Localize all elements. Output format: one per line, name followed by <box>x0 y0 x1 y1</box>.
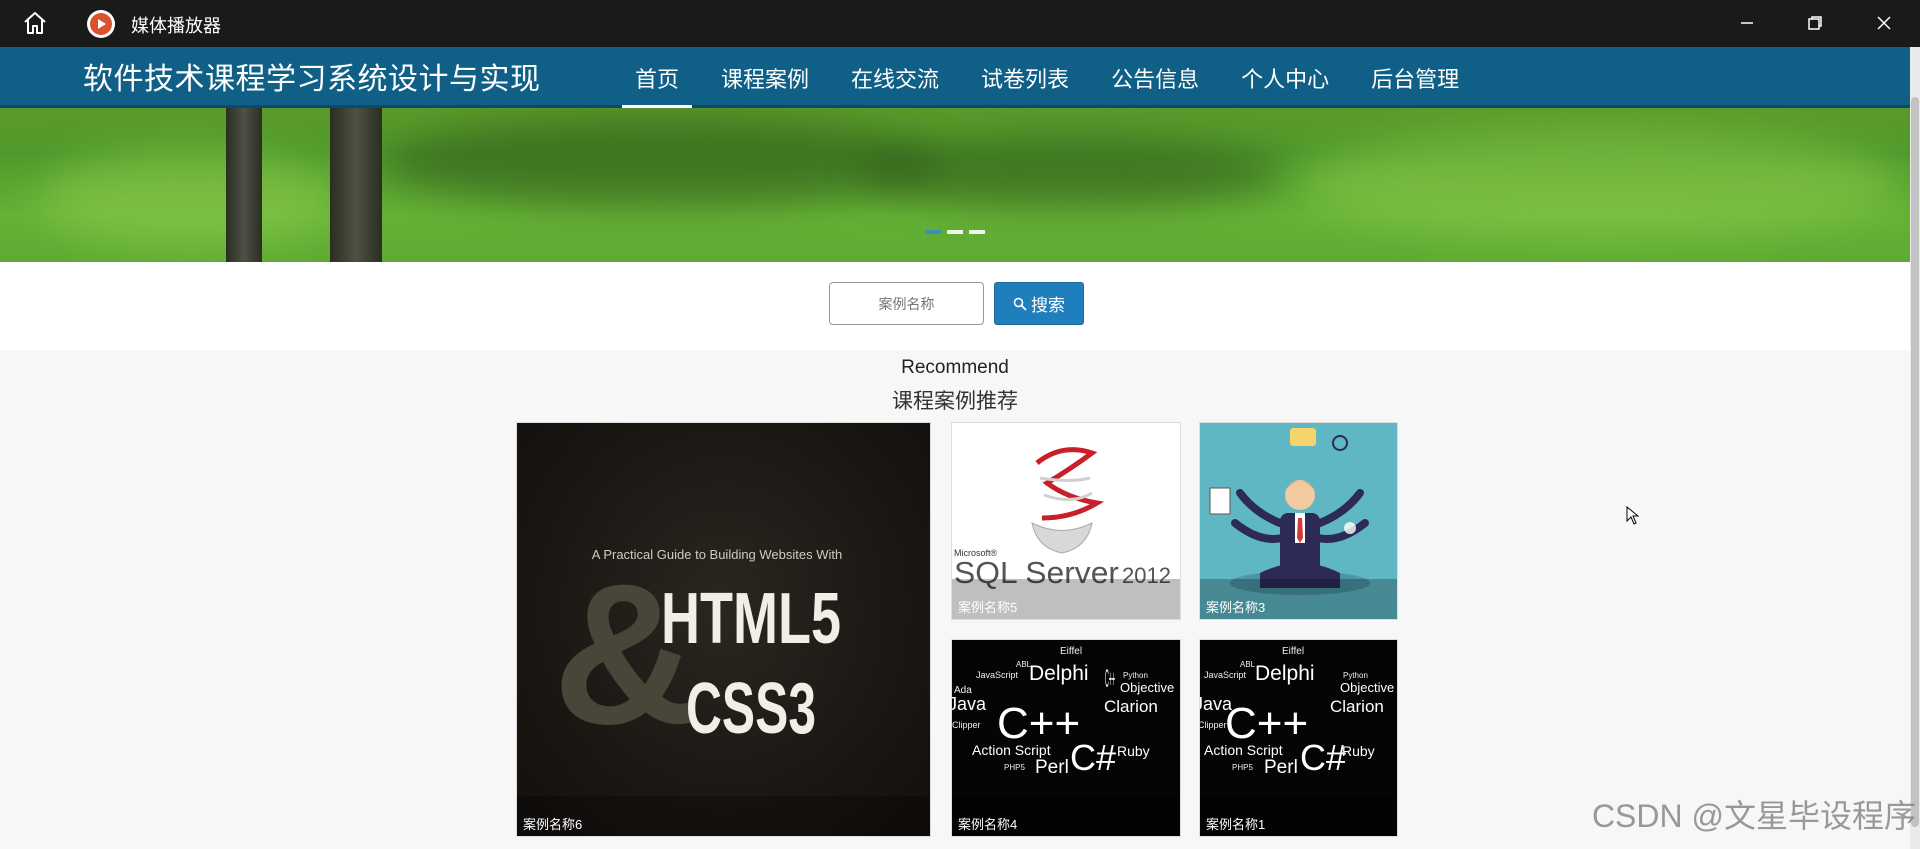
card-caption: 案例名称1 <box>1200 796 1397 836</box>
svg-text:JavaScript: JavaScript <box>976 670 1019 680</box>
svg-text:C#: C# <box>1070 737 1116 778</box>
course-card-multitask-man[interactable]: 案例名称3 <box>1199 422 1398 620</box>
tree-trunk-image <box>226 108 262 262</box>
banner-light <box>1300 128 1900 238</box>
case-name-search-input[interactable] <box>829 282 984 325</box>
card-caption: 案例名称5 <box>952 579 1180 619</box>
nav-item-course-cases[interactable]: 课程案例 <box>700 47 830 108</box>
search-button-label: 搜索 <box>1031 296 1065 315</box>
svg-text:Action Script: Action Script <box>1204 742 1283 758</box>
svg-text:C#: C# <box>1300 737 1346 778</box>
svg-text:Eiffel: Eiffel <box>1060 646 1082 657</box>
svg-text:Clipper: Clipper <box>952 720 981 730</box>
svg-text:Perl: Perl <box>1035 757 1069 778</box>
carousel-dot[interactable] <box>969 230 985 234</box>
carousel-dot[interactable] <box>925 230 941 234</box>
svg-text:Clarion: Clarion <box>1330 697 1384 716</box>
search-button[interactable]: 搜索 <box>994 282 1084 325</box>
nav-item-online-chat[interactable]: 在线交流 <box>830 47 960 108</box>
svg-text:C++: C++ <box>1225 699 1308 748</box>
nav-item-home[interactable]: 首页 <box>614 47 700 108</box>
nav-item-admin[interactable]: 后台管理 <box>1350 47 1480 108</box>
mouse-cursor-icon <box>1626 505 1640 531</box>
banner-light <box>40 148 340 248</box>
svg-text:Objective: Objective <box>1120 680 1174 695</box>
card-caption: 案例名称3 <box>1200 579 1397 619</box>
svg-text:Clarion: Clarion <box>1104 697 1158 716</box>
media-player-icon <box>87 10 115 38</box>
page-scrollbar[interactable] <box>1910 47 1920 849</box>
svg-text:CSS3: CSS3 <box>686 669 816 749</box>
course-card-html5-css3[interactable]: A Practical Guide to Building Websites W… <box>516 422 931 837</box>
svg-text:ABL: ABL <box>1240 660 1256 669</box>
recommend-title-en: Recommend <box>901 357 1009 378</box>
tree-trunk-image <box>330 108 382 262</box>
card-caption: 案例名称6 <box>517 796 930 836</box>
recommend-title-cn: 课程案例推荐 <box>892 390 1018 413</box>
nav-item-exam-list[interactable]: 试卷列表 <box>960 47 1090 108</box>
carousel-dot[interactable] <box>947 230 963 234</box>
site-navbar: 软件技术课程学习系统设计与实现 首页 课程案例 在线交流 试卷列表 公告信息 个… <box>0 47 1910 108</box>
course-card-language-cloud-2[interactable]: Eiffel ABL JavaScript Delphi Python Obje… <box>1199 639 1398 837</box>
svg-text:Java: Java <box>952 694 987 714</box>
svg-text:JavaScript: JavaScript <box>1204 670 1247 680</box>
svg-text:C++: C++ <box>997 699 1080 748</box>
window-titlebar: 媒体播放器 <box>0 0 1920 47</box>
svg-text:Delphi: Delphi <box>1255 662 1315 685</box>
svg-text:Python: Python <box>1343 671 1368 680</box>
banner-carousel[interactable] <box>0 108 1910 262</box>
scrollbar-thumb[interactable] <box>1911 97 1919 827</box>
svg-text:Delphi: Delphi <box>1029 662 1089 685</box>
home-icon[interactable] <box>22 10 48 36</box>
svg-text:Perl: Perl <box>1264 757 1298 778</box>
svg-text:Clipper: Clipper <box>1200 720 1227 730</box>
window-title: 媒体播放器 <box>131 16 221 36</box>
banner-shadow <box>380 118 940 208</box>
svg-text:PHP5: PHP5 <box>1004 763 1025 772</box>
banner-shadow <box>860 138 1280 208</box>
nav-item-announcements[interactable]: 公告信息 <box>1090 47 1220 108</box>
minimize-icon[interactable] <box>1732 10 1762 36</box>
csdn-watermark: CSDN @文星毕设程序 <box>1591 798 1916 834</box>
svg-text:Action Script: Action Script <box>972 742 1051 758</box>
svg-text:Ruby: Ruby <box>1342 743 1375 759</box>
carousel-indicators <box>925 230 985 234</box>
svg-text:Eiffel: Eiffel <box>1282 646 1304 657</box>
site-title[interactable]: 软件技术课程学习系统设计与实现 <box>83 54 541 98</box>
close-icon[interactable] <box>1869 10 1899 36</box>
nav-menu: 首页 课程案例 在线交流 试卷列表 公告信息 个人中心 后台管理 <box>614 47 1480 108</box>
search-icon <box>1013 297 1027 311</box>
restore-icon[interactable] <box>1800 10 1830 36</box>
search-bar: 搜索 <box>0 262 1910 350</box>
html5-css3-book-cover-image: A Practical Guide to Building Websites W… <box>553 543 842 766</box>
nav-item-profile[interactable]: 个人中心 <box>1220 47 1350 108</box>
svg-text:Python: Python <box>1123 671 1148 680</box>
svg-text:PHP5: PHP5 <box>1232 763 1253 772</box>
svg-text:Objective: Objective <box>1340 680 1394 695</box>
svg-text:HTML5: HTML5 <box>661 579 841 659</box>
svg-text:C++: C++ <box>1105 665 1115 693</box>
card-caption: 案例名称4 <box>952 796 1180 836</box>
course-card-sql-server[interactable]: Microsoft® SQL Server 2012 案例名称5 <box>951 422 1181 620</box>
course-card-language-cloud-1[interactable]: Eiffel ABL JavaScript Delphi C++ Python … <box>951 639 1181 837</box>
svg-text:Ruby: Ruby <box>1117 743 1150 759</box>
